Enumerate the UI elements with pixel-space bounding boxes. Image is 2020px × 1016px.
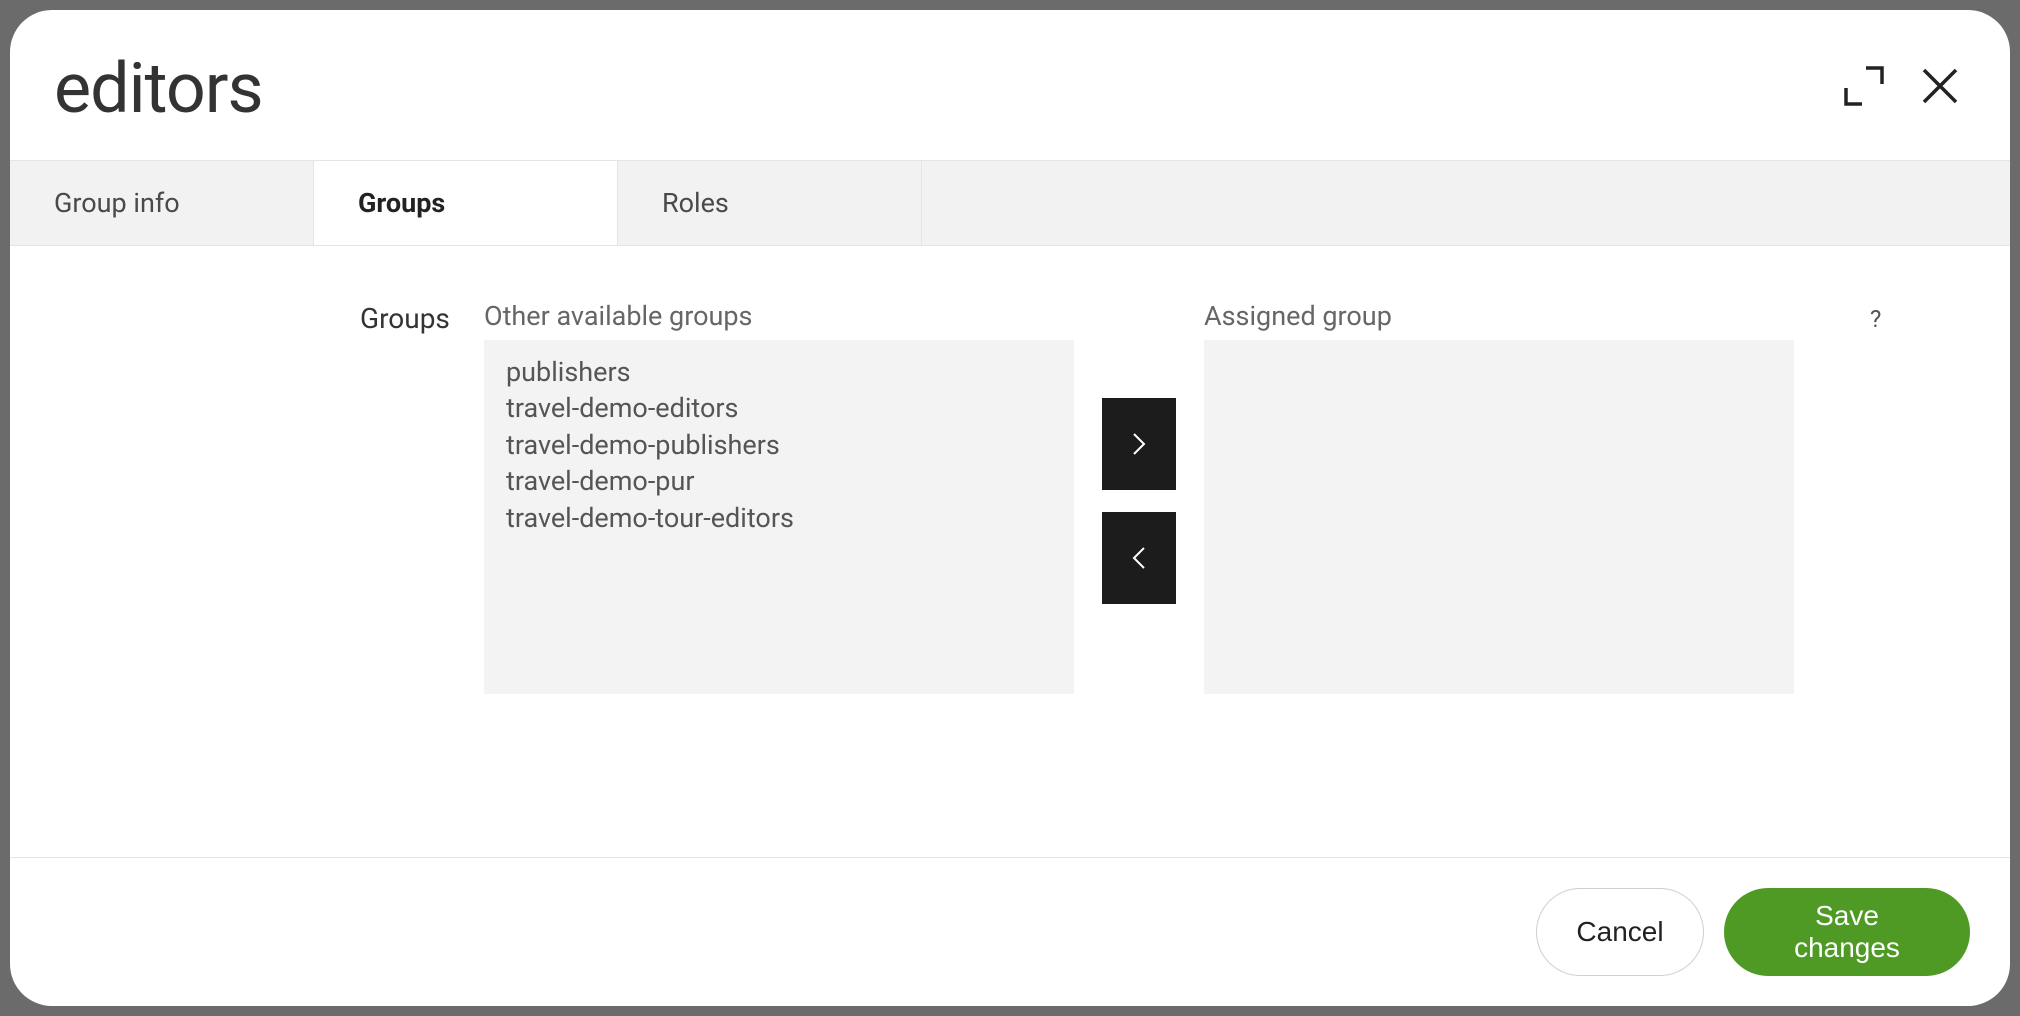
close-button[interactable] [1918,64,1962,108]
dialog-header: editors [10,10,2010,160]
move-left-button[interactable] [1102,512,1176,604]
list-item[interactable]: travel-demo-pur [506,463,1052,499]
list-item[interactable]: publishers [506,354,1052,390]
list-item[interactable]: travel-demo-tour-editors [506,500,1052,536]
tab-roles[interactable]: Roles [618,161,922,245]
assigned-group-label: Assigned group [1204,300,1794,332]
assigned-group-listbox[interactable] [1204,340,1794,694]
help-column: ? [1870,300,1881,333]
expand-icon [1842,64,1886,108]
chevron-right-icon [1130,431,1148,457]
transfer-arrows [1102,398,1176,604]
available-groups-label: Other available groups [484,300,1074,332]
tab-bar: Group info Groups Roles [10,160,2010,246]
save-changes-button[interactable]: Save changes [1724,888,1970,976]
header-icons [1842,64,1962,108]
section-label: Groups [360,302,450,335]
dialog-footer: Cancel Save changes [10,857,2010,1006]
expand-button[interactable] [1842,64,1886,108]
available-groups-column: Other available groups publishers travel… [484,300,1074,694]
group-transfer-control: Other available groups publishers travel… [484,300,1881,827]
tab-groups[interactable]: Groups [314,161,618,245]
chevron-left-icon [1130,545,1148,571]
assigned-group-column: Assigned group [1204,300,1794,694]
dialog-content: Groups Other available groups publishers… [10,246,2010,857]
move-right-button[interactable] [1102,398,1176,490]
dialog-title: editors [54,48,263,130]
tab-group-info[interactable]: Group info [10,161,314,245]
close-icon [1918,64,1962,108]
help-icon[interactable]: ? [1870,305,1881,333]
list-item[interactable]: travel-demo-editors [506,390,1052,426]
available-groups-listbox[interactable]: publishers travel-demo-editors travel-de… [484,340,1074,694]
list-item[interactable]: travel-demo-publishers [506,427,1052,463]
cancel-button[interactable]: Cancel [1536,888,1704,976]
edit-group-dialog: editors Group info Groups Roles Groups O… [10,10,2010,1006]
